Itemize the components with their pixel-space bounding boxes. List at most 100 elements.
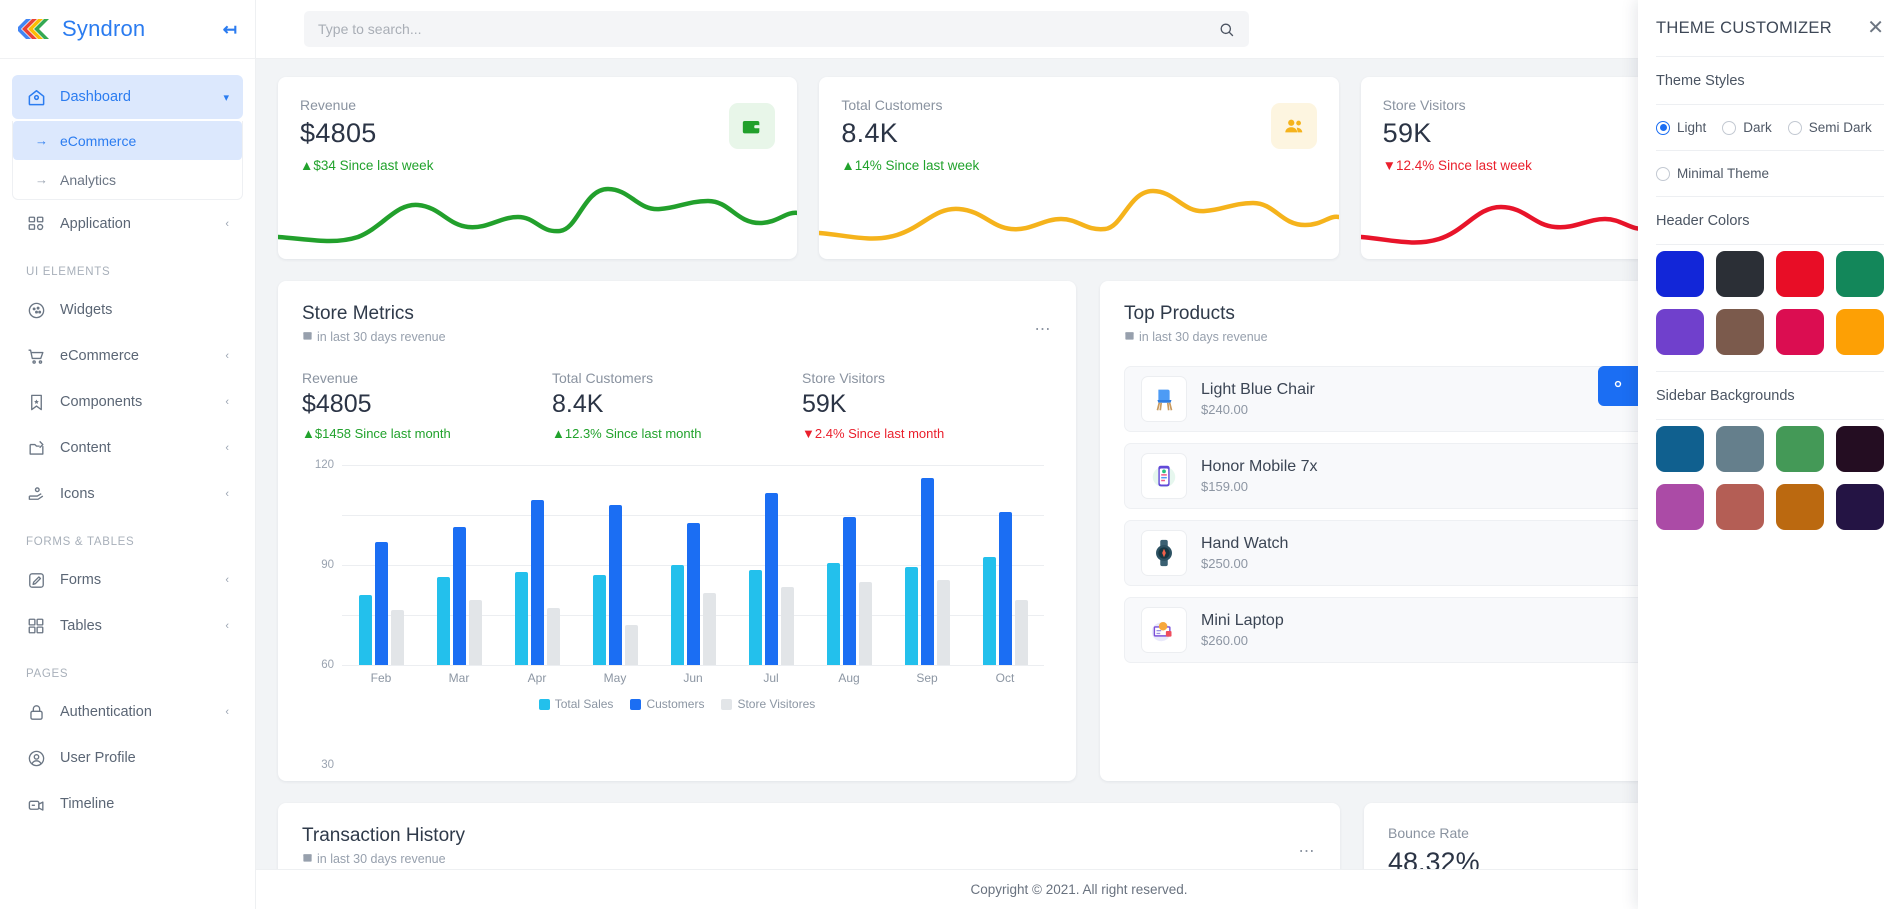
search-icon[interactable]: [1218, 21, 1235, 38]
radio-minimal-theme[interactable]: Minimal Theme: [1656, 166, 1769, 181]
bar[interactable]: [670, 565, 684, 665]
legend-swatch: [630, 698, 642, 710]
bar[interactable]: [826, 563, 840, 665]
bar[interactable]: [608, 505, 622, 665]
bar[interactable]: [920, 478, 934, 665]
sidebar-item-content[interactable]: Content ‹: [12, 426, 243, 470]
sidebar-subitem-analytics[interactable]: → Analytics: [13, 160, 242, 199]
sidebar-bg-swatch-2[interactable]: [1716, 426, 1764, 472]
header-color-swatch-5[interactable]: [1656, 309, 1704, 355]
theme-settings-button[interactable]: [1598, 366, 1638, 406]
header-color-swatch-8[interactable]: [1836, 309, 1884, 355]
sidebar-item-forms[interactable]: Forms ‹: [12, 558, 243, 602]
radio-light[interactable]: Light: [1656, 120, 1706, 135]
sidebar-item-authentication[interactable]: Authentication ‹: [12, 690, 243, 734]
sidebar-item-dashboard[interactable]: Dashboard ▾: [12, 75, 243, 119]
bar[interactable]: [982, 556, 996, 665]
bar[interactable]: [514, 571, 528, 665]
metric-delta: ▼2.4% Since last month: [802, 426, 1052, 441]
search-bar[interactable]: [304, 11, 1249, 47]
bar[interactable]: [842, 516, 856, 665]
search-input[interactable]: [304, 21, 1218, 37]
header-color-swatch-2[interactable]: [1716, 251, 1764, 297]
header-color-swatch-6[interactable]: [1716, 309, 1764, 355]
radio-dot-icon: [1656, 120, 1670, 135]
bar[interactable]: [780, 586, 794, 665]
app-root: Syndron ↤ Dashboard ▾ → eCommerce → Anal…: [0, 0, 1902, 909]
more-horizontal-icon[interactable]: ⋯: [1299, 841, 1317, 861]
edit-square-icon: [26, 570, 46, 590]
sidebar-collapse-icon[interactable]: ↤: [223, 21, 237, 38]
product-price: $159.00: [1201, 479, 1248, 494]
bar[interactable]: [390, 610, 404, 665]
bar[interactable]: [468, 600, 482, 665]
legend-item[interactable]: Store Visitores: [721, 697, 815, 711]
bar[interactable]: [764, 493, 778, 665]
bar[interactable]: [702, 593, 716, 665]
card-title: Store Metrics: [302, 303, 414, 324]
header-color-swatch-1[interactable]: [1656, 251, 1704, 297]
chair-icon: [1141, 376, 1187, 422]
bar[interactable]: [530, 500, 544, 665]
header-color-swatch-7[interactable]: [1776, 309, 1824, 355]
legend-item[interactable]: Customers: [630, 697, 704, 711]
sidebar-item-widgets[interactable]: Widgets: [12, 288, 243, 332]
sidebar-subitem-ecommerce[interactable]: → eCommerce: [13, 121, 242, 160]
product-info: Hand Watch $250.00: [1201, 535, 1288, 571]
x-axis-tick-label: Mar: [448, 671, 470, 685]
bar[interactable]: [436, 576, 450, 665]
close-icon[interactable]: ✕: [1867, 18, 1884, 38]
sidebar-item-application[interactable]: Application ‹: [12, 202, 243, 246]
sidebar-item-label: Forms: [60, 572, 102, 588]
metric-col-total-customers: Total Customers 8.4K ▲12.3% Since last m…: [552, 370, 802, 441]
bar[interactable]: [592, 575, 606, 665]
bar[interactable]: [546, 608, 560, 665]
bar[interactable]: [936, 580, 950, 665]
bar[interactable]: [858, 581, 872, 665]
stat-label: Total Customers: [841, 97, 943, 113]
bar-group: [498, 465, 576, 665]
product-price: $250.00: [1201, 556, 1248, 571]
sidebar-item-tables[interactable]: Tables ‹: [12, 604, 243, 648]
bar[interactable]: [452, 526, 466, 665]
sidebar-bg-swatch-4[interactable]: [1836, 426, 1884, 472]
chevron-right-icon: ‹: [225, 706, 229, 718]
bar[interactable]: [358, 595, 372, 665]
sidebar-item-user-profile[interactable]: User Profile: [12, 736, 243, 780]
radio-label: Dark: [1743, 120, 1772, 135]
bar[interactable]: [1014, 600, 1028, 665]
x-axis-tick-label: Feb: [370, 671, 392, 685]
sidebar-bg-swatch-6[interactable]: [1716, 484, 1764, 530]
sidebar-item-timeline[interactable]: Timeline: [12, 782, 243, 826]
bar-group: [810, 465, 888, 665]
metric-delta-text: $1458 Since last month: [314, 426, 451, 441]
gridline: 0: [328, 665, 1044, 871]
bar[interactable]: [998, 511, 1012, 665]
radio-dark[interactable]: Dark: [1722, 120, 1772, 135]
sidebar-bg-swatch-8[interactable]: [1836, 484, 1884, 530]
radio-dot-icon: [1722, 120, 1737, 135]
sidebar-item-components[interactable]: Components ‹: [12, 380, 243, 424]
bar[interactable]: [374, 541, 388, 665]
radio-semi-dark[interactable]: Semi Dark: [1787, 120, 1872, 135]
header-color-swatch-3[interactable]: [1776, 251, 1824, 297]
bar[interactable]: [748, 570, 762, 665]
bar-group: [420, 465, 498, 665]
sidebar-bg-swatch-7[interactable]: [1776, 484, 1824, 530]
legend-item[interactable]: Total Sales: [538, 697, 613, 711]
sidebar-bg-swatch-3[interactable]: [1776, 426, 1824, 472]
lock-icon: [26, 702, 46, 722]
sidebar-bg-swatch-1[interactable]: [1656, 426, 1704, 472]
sidebar-item-ecommerce[interactable]: eCommerce ‹: [12, 334, 243, 378]
sidebar-item-label: Dashboard: [60, 89, 131, 105]
header-color-swatch-4[interactable]: [1836, 251, 1884, 297]
theme-styles-label: Theme Styles: [1656, 73, 1745, 89]
theme-style-radios: Light Dark Semi Dark: [1656, 105, 1884, 150]
bar[interactable]: [624, 625, 638, 665]
x-axis-tick-label: Sep: [916, 671, 938, 685]
bar[interactable]: [686, 523, 700, 665]
more-horizontal-icon[interactable]: ⋯: [1035, 319, 1053, 339]
sidebar-item-icons[interactable]: Icons ‹: [12, 472, 243, 516]
bar[interactable]: [904, 566, 918, 665]
sidebar-bg-swatch-5[interactable]: [1656, 484, 1704, 530]
